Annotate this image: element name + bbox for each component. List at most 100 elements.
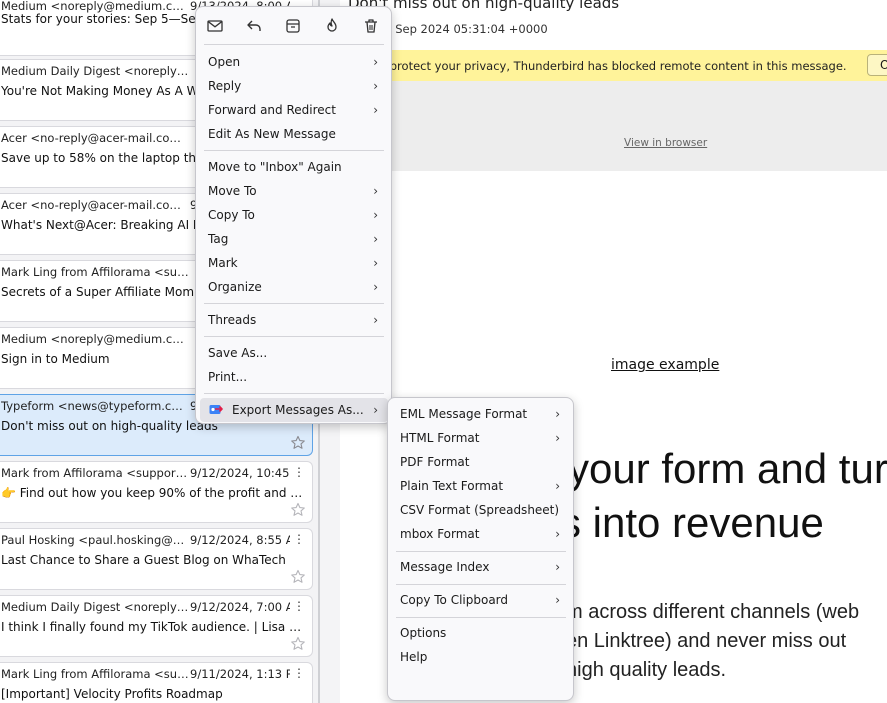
more-icon[interactable]: ⋮ bbox=[293, 465, 305, 479]
star-icon[interactable] bbox=[290, 435, 306, 451]
remote-content-notice: To protect your privacy, Thunderbird has… bbox=[340, 50, 887, 81]
menu-item-message-index[interactable]: Message Index › bbox=[392, 555, 570, 579]
menu-separator bbox=[204, 44, 384, 45]
chevron-right-icon: › bbox=[373, 256, 378, 270]
chevron-right-icon: › bbox=[373, 232, 378, 246]
menu-item-reply[interactable]: Reply › bbox=[200, 74, 388, 98]
menu-item-move-to[interactable]: Move To › bbox=[200, 179, 388, 203]
archive-icon[interactable] bbox=[280, 15, 306, 37]
menu-item-label: Reply bbox=[208, 79, 242, 93]
message-date: 9/12/2024, 8:55 AM bbox=[190, 533, 290, 547]
message-sender: Mark Ling from Affilorama <support@affil… bbox=[1, 265, 189, 279]
message-date: 9/11/2024, 1:13 PM bbox=[190, 667, 290, 681]
menu-item-pdf-format[interactable]: PDF Format bbox=[392, 450, 570, 474]
menu-item-label: Forward and Redirect bbox=[208, 103, 336, 117]
menu-item-forward-redirect[interactable]: Forward and Redirect › bbox=[200, 98, 388, 122]
body-text-line-3: high quality leads. bbox=[566, 659, 727, 681]
menu-item-label: Print... bbox=[208, 370, 248, 384]
message-subject: I think I finally found my TikTok audien… bbox=[1, 620, 307, 634]
menu-item-label: Move To bbox=[208, 184, 257, 198]
menu-item-label: mbox Format bbox=[400, 527, 480, 541]
message-date: 9/12/2024, 7:00 AM bbox=[190, 600, 290, 614]
menu-item-save-as[interactable]: Save As... bbox=[200, 341, 388, 365]
menu-item-open[interactable]: Open › bbox=[200, 50, 388, 74]
message-sender: Medium Daily Digest <noreply@m... bbox=[1, 600, 189, 614]
star-icon[interactable] bbox=[290, 636, 306, 652]
menu-item-threads[interactable]: Threads › bbox=[200, 308, 388, 332]
menu-item-mbox-format[interactable]: mbox Format › bbox=[392, 522, 570, 546]
chevron-right-icon: › bbox=[373, 208, 378, 222]
menu-item-label: Copy To bbox=[208, 208, 255, 222]
message-sender: Acer <no-reply@acer-mail.com> bbox=[1, 198, 189, 212]
menu-item-eml-format[interactable]: EML Message Format › bbox=[392, 402, 570, 426]
menu-item-label: Copy To Clipboard bbox=[400, 593, 509, 607]
chevron-right-icon: › bbox=[555, 431, 560, 445]
menu-item-move-to-inbox-again[interactable]: Move to "Inbox" Again bbox=[200, 155, 388, 179]
menu-item-label: Export Messages As... bbox=[232, 403, 364, 417]
menu-separator bbox=[396, 617, 566, 618]
delete-icon[interactable] bbox=[358, 15, 384, 37]
body-text-line-2: en Linktree) and never miss out bbox=[566, 630, 847, 652]
message-card[interactable]: Mark from Affilorama <support... 9/12/20… bbox=[0, 461, 313, 523]
chevron-right-icon: › bbox=[373, 313, 378, 327]
menu-item-mark[interactable]: Mark › bbox=[200, 251, 388, 275]
export-icon bbox=[208, 402, 224, 418]
menu-item-help[interactable]: Help bbox=[392, 645, 570, 669]
menu-item-html-format[interactable]: HTML Format › bbox=[392, 426, 570, 450]
junk-icon[interactable] bbox=[319, 15, 345, 37]
menu-separator bbox=[204, 336, 384, 337]
menu-item-plain-text-format[interactable]: Plain Text Format › bbox=[392, 474, 570, 498]
menu-item-label: Move to "Inbox" Again bbox=[208, 160, 342, 174]
more-icon[interactable]: ⋮ bbox=[293, 532, 305, 546]
menu-item-label: Threads bbox=[208, 313, 257, 327]
menu-item-label: Message Index bbox=[400, 560, 490, 574]
menu-item-edit-as-new[interactable]: Edit As New Message bbox=[200, 122, 388, 146]
reply-icon[interactable] bbox=[241, 15, 267, 37]
message-sender: Medium <noreply@medium.com> bbox=[1, 332, 189, 346]
menu-separator bbox=[204, 150, 384, 151]
message-sender: Typeform <news@typeform.com> bbox=[1, 399, 189, 413]
chevron-right-icon: › bbox=[555, 560, 560, 574]
menu-item-label: PDF Format bbox=[400, 455, 470, 469]
star-icon[interactable] bbox=[290, 569, 306, 585]
export-submenu: EML Message Format › HTML Format › PDF For… bbox=[387, 397, 574, 701]
menu-item-export-messages[interactable]: Export Messages As... › bbox=[200, 398, 388, 422]
hero-heading-line-2: s into revenue bbox=[560, 499, 824, 546]
image-example-link[interactable]: image example bbox=[611, 357, 719, 373]
menu-item-label: EML Message Format bbox=[400, 407, 528, 421]
hero-heading-line-1: your form and turn bbox=[568, 445, 887, 492]
menu-item-copy-to[interactable]: Copy To › bbox=[200, 203, 388, 227]
menu-item-csv-format[interactable]: CSV Format (Spreadsheet) bbox=[392, 498, 570, 522]
chevron-right-icon: › bbox=[373, 403, 378, 417]
message-card[interactable]: Paul Hosking <paul.hosking@what... 9/12/… bbox=[0, 528, 313, 590]
mark-read-icon[interactable] bbox=[202, 15, 228, 37]
message-date: 9/12/2024, 10:45 AM bbox=[190, 466, 290, 480]
menu-separator bbox=[396, 584, 566, 585]
chevron-right-icon: › bbox=[373, 79, 378, 93]
menu-item-organize[interactable]: Organize › bbox=[200, 275, 388, 299]
menu-item-label: HTML Format bbox=[400, 431, 480, 445]
menu-separator bbox=[204, 303, 384, 304]
menu-item-label: Open bbox=[208, 55, 241, 69]
menu-item-label: Edit As New Message bbox=[208, 127, 336, 141]
remote-content-options-button[interactable]: O bbox=[867, 54, 887, 76]
menu-item-print[interactable]: Print... bbox=[200, 365, 388, 389]
message-header: Don't miss out on high-quality leads Thu… bbox=[340, 0, 887, 50]
view-in-browser-link[interactable]: View in browser bbox=[624, 137, 707, 149]
email-top-banner: View in browser bbox=[340, 81, 887, 171]
more-icon[interactable]: ⋮ bbox=[293, 599, 305, 613]
menu-separator bbox=[204, 393, 384, 394]
more-icon[interactable]: ⋮ bbox=[293, 666, 305, 680]
message-card[interactable]: Mark Ling from Affilorama <suppo... 9/11… bbox=[0, 662, 313, 703]
menu-item-copy-to-clipboard[interactable]: Copy To Clipboard › bbox=[392, 588, 570, 612]
message-subject: [Important] Velocity Profits Roadmap bbox=[1, 687, 223, 701]
remote-content-text: To protect your privacy, Thunderbird has… bbox=[374, 59, 847, 73]
chevron-right-icon: › bbox=[555, 527, 560, 541]
chevron-right-icon: › bbox=[373, 55, 378, 69]
star-icon[interactable] bbox=[290, 502, 306, 518]
message-sender: Acer <no-reply@acer-mail.com> bbox=[1, 131, 189, 145]
menu-item-label: Organize bbox=[208, 280, 262, 294]
menu-item-tag[interactable]: Tag › bbox=[200, 227, 388, 251]
menu-item-options[interactable]: Options bbox=[392, 621, 570, 645]
message-card[interactable]: Medium Daily Digest <noreply@m... 9/12/2… bbox=[0, 595, 313, 657]
